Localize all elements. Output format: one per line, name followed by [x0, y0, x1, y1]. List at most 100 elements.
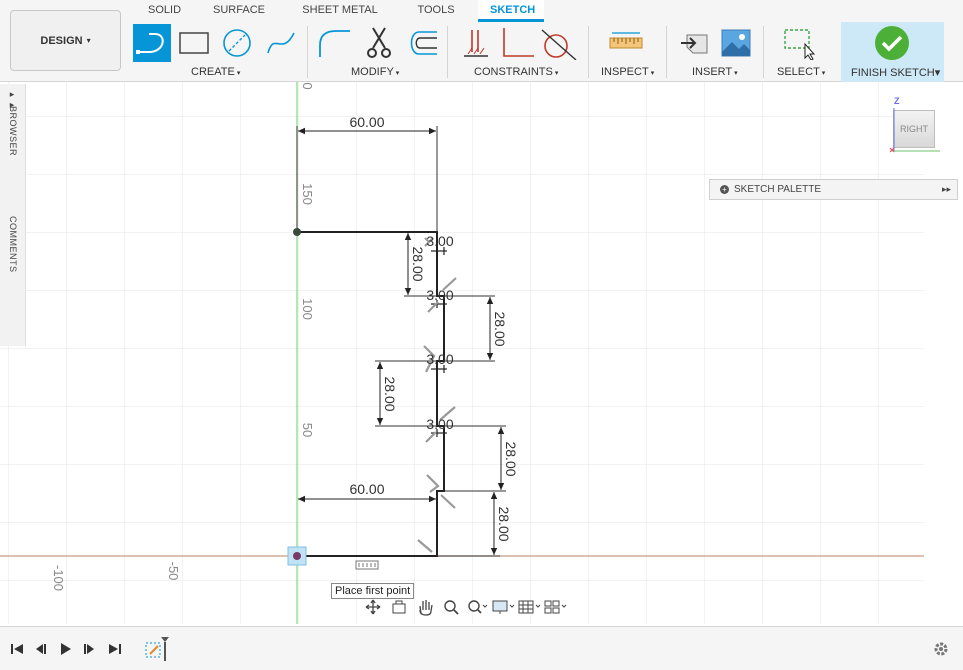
browser-label[interactable]: BROWSER	[8, 106, 18, 156]
dimension-label-offset-3[interactable]: 3.00	[426, 351, 453, 367]
finish-sketch-button[interactable]: FINISH SKETCH▾	[841, 22, 944, 82]
measure-tool-button[interactable]	[607, 24, 645, 62]
fillet-tool-button[interactable]	[315, 24, 353, 62]
rectangle-tool-button[interactable]	[175, 24, 213, 62]
skip-to-start-icon[interactable]	[8, 640, 26, 658]
palette-expand-icon[interactable]: ▸▸	[942, 184, 951, 195]
select-tool-button[interactable]	[781, 24, 819, 62]
select-menu[interactable]: SELECT ▾	[777, 66, 825, 78]
sketch-canvas[interactable]: 60.00 60.00 3.00 3.00 3.00 3.00 28.00 28…	[0, 82, 963, 624]
circle-icon	[223, 29, 251, 57]
orbit-icon[interactable]	[360, 597, 386, 617]
axis-label-minus-100: -100	[51, 565, 66, 591]
skip-to-end-icon[interactable]	[106, 640, 124, 658]
dimension-label-top-width[interactable]: 60.00	[349, 114, 384, 130]
timeline	[0, 626, 963, 670]
line-tool-button[interactable]	[133, 24, 171, 62]
sketch-palette[interactable]: + SKETCH PALETTE ▸▸	[709, 179, 958, 200]
dimension-label-height-1[interactable]: 28.00	[410, 246, 426, 281]
tangent-icon	[541, 29, 577, 60]
sketch-palette-label: SKETCH PALETTE	[734, 184, 822, 195]
constraints-menu[interactable]: CONSTRAINTS ▾	[474, 66, 558, 78]
divider	[763, 26, 764, 78]
circle-tool-button[interactable]	[218, 24, 256, 62]
divider	[588, 26, 589, 78]
zoom-icon[interactable]	[438, 597, 464, 617]
chevron-down-icon: ▾	[86, 36, 91, 45]
origin-point[interactable]	[293, 552, 301, 560]
tab-surface[interactable]: SURFACE	[192, 0, 286, 22]
axis-label-minus-50: -50	[166, 562, 181, 581]
spline-tool-button[interactable]	[262, 24, 300, 62]
step-back-icon[interactable]	[32, 640, 50, 658]
navigation-bar	[360, 596, 600, 618]
toolbar-tabs: SOLID SURFACE SHEET METAL TOOLS SKETCH	[136, 0, 544, 22]
divider	[447, 26, 448, 78]
sketch-point[interactable]	[293, 228, 301, 236]
checkmark-icon	[875, 26, 909, 60]
tab-solid[interactable]: SOLID	[136, 0, 192, 22]
trim-tool-button[interactable]	[360, 24, 398, 62]
timeline-sketch-feature-icon[interactable]	[144, 637, 170, 661]
dimension-label-offset-2[interactable]: 3.00	[426, 287, 453, 303]
modify-menu[interactable]: MODIFY ▾	[351, 66, 399, 78]
insert-derive-button[interactable]	[676, 24, 714, 62]
viewcube[interactable]: Z RIGHT	[884, 96, 944, 156]
tab-sheet-metal[interactable]: SHEET METAL	[286, 0, 394, 22]
expand-plus-icon[interactable]: +	[720, 185, 729, 194]
offset-icon	[410, 31, 437, 55]
dimension-label-height-4[interactable]: 28.00	[503, 441, 519, 476]
axis-label-0: 0	[300, 82, 315, 89]
axis-label-50: 50	[300, 423, 315, 437]
dimension-label-height-5[interactable]: 28.00	[496, 506, 512, 541]
dimension-label-offset-1[interactable]: 3.00	[426, 233, 453, 249]
insert-arrow-icon	[681, 34, 708, 54]
viewports-icon[interactable]	[542, 597, 568, 617]
scissors-icon	[367, 27, 391, 58]
browser-panel-collapsed[interactable]: ▸▸ BROWSER COMMENTS	[0, 84, 26, 346]
divider	[666, 26, 667, 78]
workspace-design-button[interactable]: DESIGN ▾	[10, 10, 121, 71]
offset-tool-button[interactable]	[402, 24, 440, 62]
grid	[0, 82, 924, 624]
insert-canvas-button[interactable]	[717, 24, 755, 62]
line-icon	[136, 33, 164, 54]
rectangle-icon	[179, 32, 209, 54]
step-forward-icon[interactable]	[80, 640, 98, 658]
look-at-icon[interactable]	[386, 597, 412, 617]
gear-icon[interactable]	[931, 639, 951, 659]
tab-tools[interactable]: TOOLS	[394, 0, 478, 22]
divider	[307, 26, 308, 78]
window-select-icon	[784, 29, 816, 60]
dimension-label-bottom-width[interactable]: 60.00	[349, 481, 384, 497]
dimension-label-height-2[interactable]: 28.00	[492, 311, 508, 346]
sketch-drawing: 60.00 60.00 3.00 3.00 3.00 3.00 28.00 28…	[0, 82, 924, 624]
spline-icon	[267, 32, 295, 54]
tangent-constraint-button[interactable]	[540, 24, 578, 62]
display-settings-icon[interactable]	[490, 597, 516, 617]
toolbar: DESIGN ▾ SOLID SURFACE SHEET METAL TOOLS…	[0, 0, 963, 82]
dimension-label-offset-4[interactable]: 3.00	[426, 416, 453, 432]
axis-label-150: 150	[300, 183, 315, 205]
coincident-constraint-button[interactable]	[456, 24, 494, 62]
create-menu[interactable]: CREATE ▾	[191, 66, 240, 78]
perpendicular-icon	[503, 28, 534, 57]
dimension-label-height-3[interactable]: 28.00	[382, 376, 398, 411]
parallel-constraint-icon	[464, 30, 488, 57]
grid-settings-icon[interactable]	[516, 597, 542, 617]
comments-label[interactable]: COMMENTS	[8, 216, 18, 273]
finish-sketch-label: FINISH SKETCH▾	[851, 67, 941, 79]
axis-label-100: 100	[300, 298, 315, 320]
workspace-label: DESIGN	[40, 34, 83, 47]
tab-sketch[interactable]: SKETCH	[478, 0, 544, 22]
play-icon[interactable]	[56, 640, 74, 658]
zoom-window-icon[interactable]	[464, 597, 490, 617]
perpendicular-constraint-button[interactable]	[498, 24, 536, 62]
pan-hand-icon[interactable]	[412, 597, 438, 617]
inspect-menu[interactable]: INSPECT ▾	[601, 66, 654, 78]
fillet-icon	[319, 30, 350, 57]
ruler-icon	[609, 32, 643, 49]
viewcube-axes-icon	[889, 108, 940, 153]
insert-menu[interactable]: INSERT ▾	[692, 66, 738, 78]
image-icon	[721, 29, 751, 57]
